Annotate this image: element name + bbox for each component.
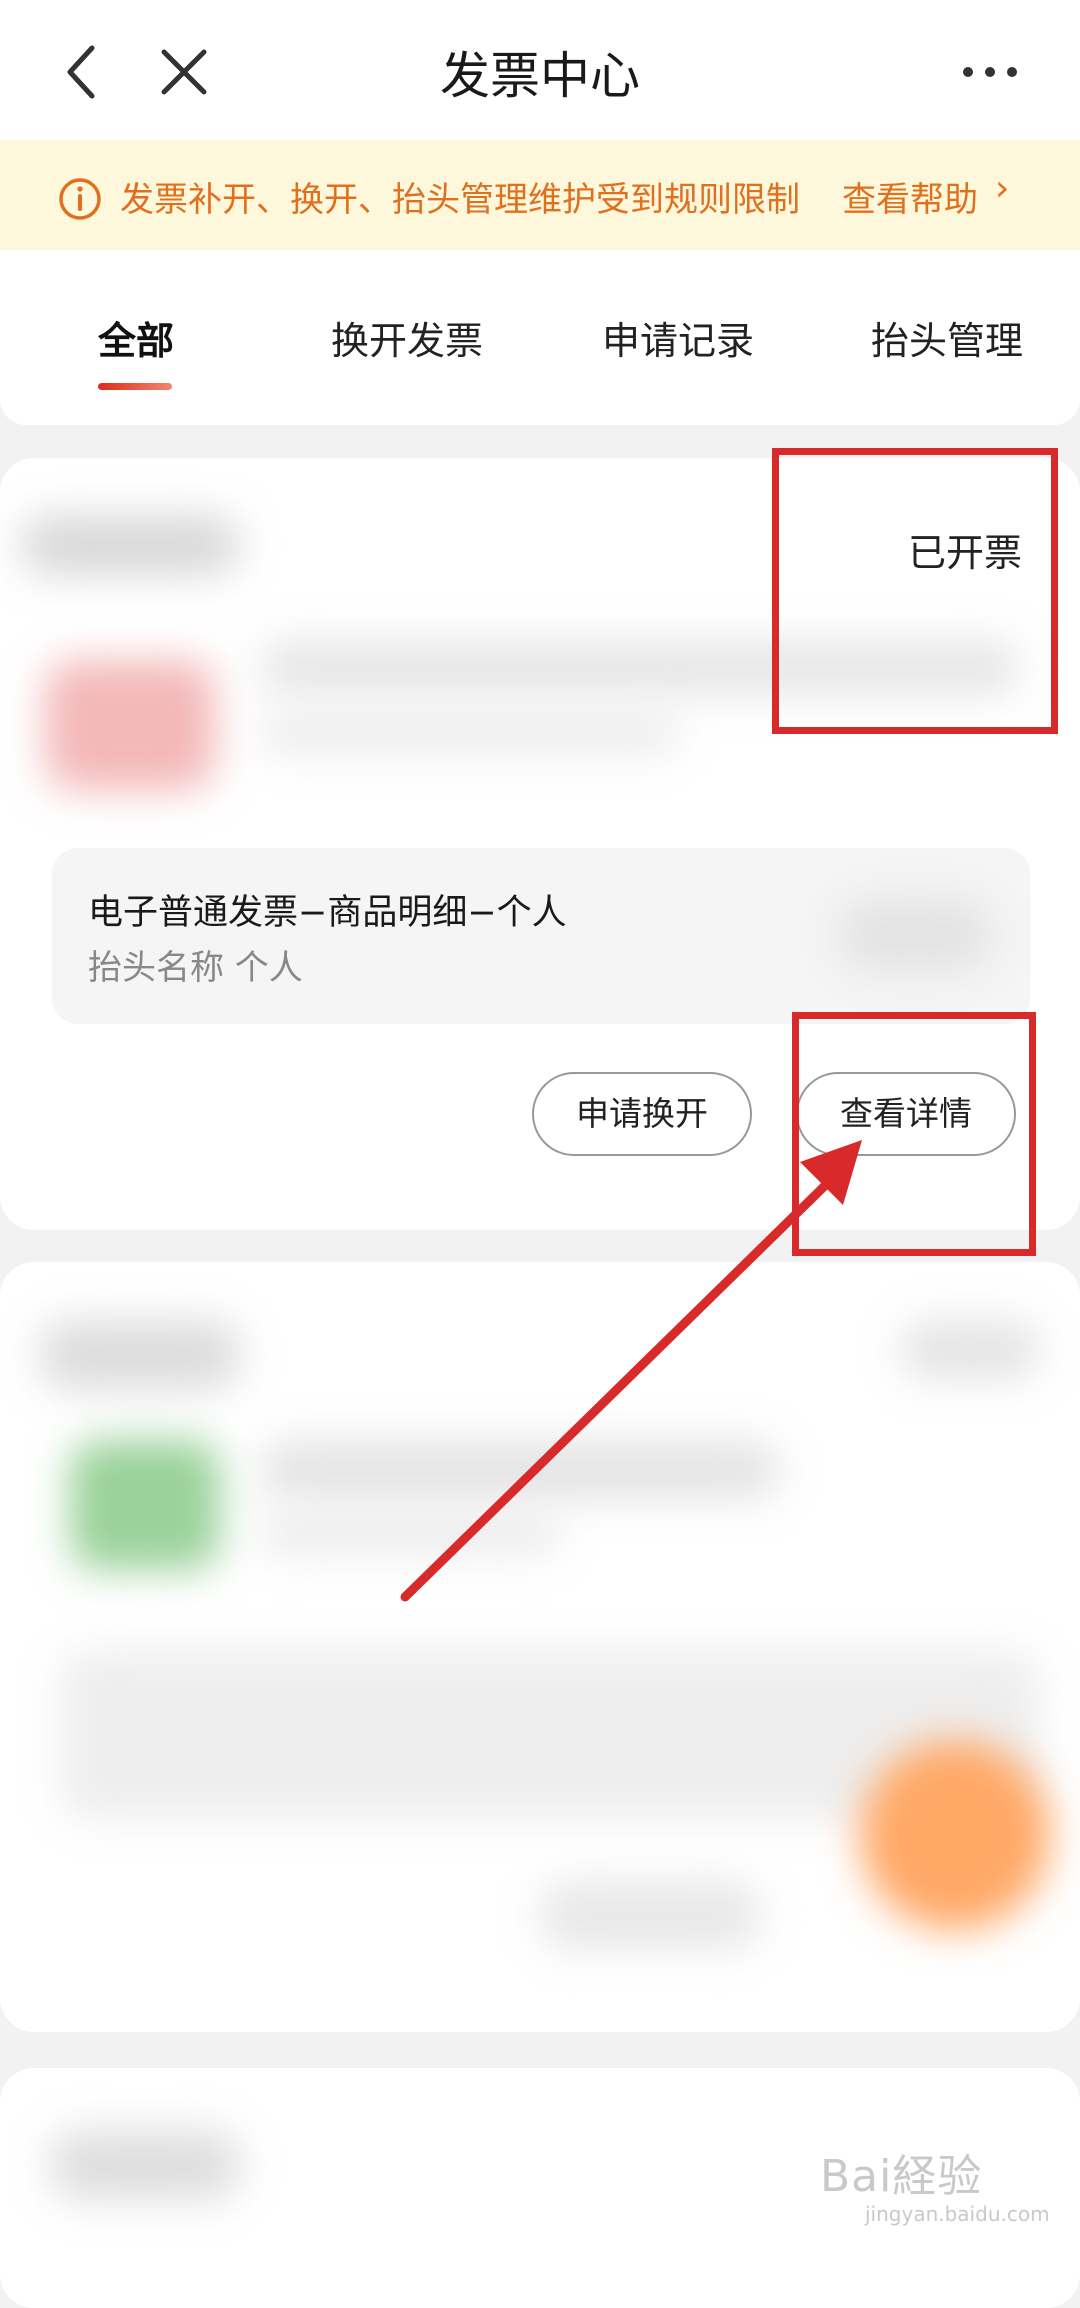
annotation-box-status <box>772 448 1058 734</box>
active-tab-indicator <box>98 383 172 390</box>
floating-action-button[interactable] <box>860 1740 1050 1930</box>
product-title-blurred <box>260 1440 780 1500</box>
help-link[interactable]: 查看帮助 <box>842 172 978 221</box>
tab-header-management[interactable]: 抬头管理 <box>871 310 1023 365</box>
invoice-header-name: 抬头名称 个人 <box>88 948 303 988</box>
more-horizontal-icon[interactable] <box>958 40 1022 104</box>
annotation-box-details <box>792 1012 1036 1256</box>
tab-application-records[interactable]: 申请记录 <box>602 310 754 365</box>
store-name-blurred <box>20 515 240 575</box>
product-image-blurred <box>45 660 215 790</box>
top-nav-bar: 发票中心 <box>0 0 1080 140</box>
product-spec-blurred <box>260 710 680 755</box>
tab-reissue-invoice[interactable]: 换开发票 <box>331 310 483 365</box>
store-name-blurred <box>40 1320 240 1390</box>
product-image-blurred <box>70 1440 220 1570</box>
invoice-amount-blurred <box>840 900 990 970</box>
product-spec-blurred <box>260 1510 560 1555</box>
invoice-type: 电子普通发票−商品明细−个人 <box>88 893 567 933</box>
tab-all[interactable]: 全部 <box>98 310 174 365</box>
status-blurred <box>900 1320 1040 1380</box>
notice-text: 发票补开、换开、抬头管理维护受到规则限制 <box>120 180 800 220</box>
button-blurred <box>540 1880 760 1950</box>
page-title: 发票中心 <box>440 47 640 105</box>
info-circle-icon <box>59 178 101 220</box>
apply-reissue-button[interactable]: 申请换开 <box>532 1072 752 1156</box>
chevron-right-icon[interactable]: › <box>995 168 1009 209</box>
store-name-blurred <box>50 2130 240 2200</box>
baidu-watermark: Bai経验 <box>820 2151 983 2202</box>
watermark-url: jingyan.baidu.com <box>865 2202 1050 2226</box>
